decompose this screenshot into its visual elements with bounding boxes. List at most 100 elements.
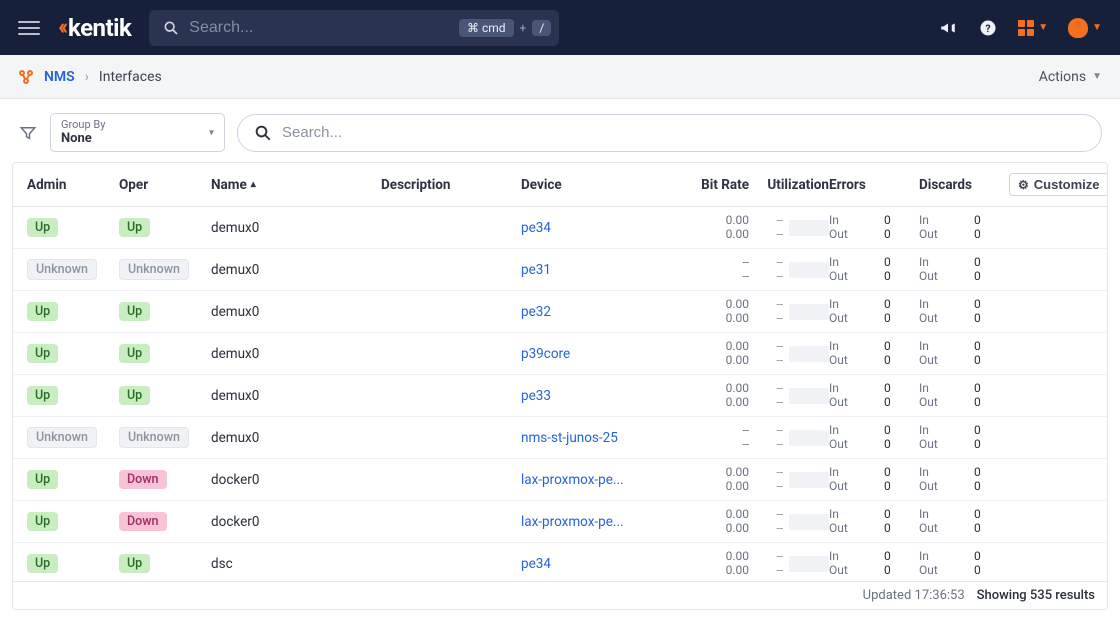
col-utilization[interactable]: Utilization <box>749 177 829 193</box>
device-link[interactable]: pe34 <box>521 556 659 572</box>
table-search[interactable] <box>237 114 1102 152</box>
search-icon <box>163 20 179 36</box>
interface-name: docker0 <box>211 514 381 530</box>
admin-badge: Up <box>27 470 58 489</box>
table-row[interactable]: UnknownUnknowndemux0nms-st-junos-25-----… <box>13 417 1107 459</box>
oper-badge: Down <box>119 470 167 489</box>
utilization-cell: ---- <box>749 298 829 324</box>
avatar-icon <box>1068 18 1088 38</box>
errors-cell: In0Out0 <box>829 214 919 242</box>
admin-badge: Up <box>27 554 58 573</box>
hamburger-menu-icon[interactable] <box>18 17 40 39</box>
utilization-bar-icon <box>789 220 829 236</box>
megaphone-icon[interactable] <box>938 18 958 38</box>
utilization-bar-icon <box>789 556 829 572</box>
apps-grid-icon <box>1018 20 1034 36</box>
admin-badge: Up <box>27 512 58 531</box>
interface-name: demux0 <box>211 346 381 362</box>
device-link[interactable]: pe32 <box>521 304 659 320</box>
errors-cell: In0Out0 <box>829 382 919 410</box>
discards-cell: In0Out0 <box>919 508 1009 536</box>
table-row[interactable]: UpUpdemux0pe330.000.00----In0Out0In0Out0 <box>13 375 1107 417</box>
col-errors[interactable]: Errors <box>829 177 919 193</box>
caret-down-icon: ▼ <box>1038 22 1048 33</box>
col-discards[interactable]: Discards <box>919 177 1009 193</box>
utilization-cell: ---- <box>749 256 829 282</box>
errors-cell: In0Out0 <box>829 466 919 494</box>
bitrate-cell: 0.000.00 <box>659 298 749 326</box>
admin-badge: Unknown <box>27 259 97 280</box>
table-row[interactable]: UnknownUnknowndemux0pe31--------In0Out0I… <box>13 249 1107 291</box>
utilization-bar-icon <box>789 472 829 488</box>
showing-text: Showing 535 results <box>977 588 1095 603</box>
errors-cell: In0Out0 <box>829 508 919 536</box>
table-footer: Updated 17:36:53 Showing 535 results <box>13 581 1107 609</box>
errors-cell: In0Out0 <box>829 424 919 452</box>
device-link[interactable]: pe33 <box>521 388 659 404</box>
errors-cell: In0Out0 <box>829 550 919 578</box>
global-search-input[interactable] <box>189 19 459 37</box>
user-menu[interactable]: ▼ <box>1068 18 1102 38</box>
actions-menu[interactable]: Actions ▼ <box>1039 69 1102 85</box>
table-body[interactable]: UpUpdemux0pe340.000.00----In0Out0In0Out0… <box>13 207 1107 581</box>
device-link[interactable]: lax-proxmox-pe... <box>521 514 659 530</box>
table-row[interactable]: UpDowndocker0lax-proxmox-pe...0.000.00--… <box>13 459 1107 501</box>
oper-badge: Unknown <box>119 259 189 280</box>
interface-name: demux0 <box>211 430 381 446</box>
table-row[interactable]: UpUpdemux0pe320.000.00----In0Out0In0Out0 <box>13 291 1107 333</box>
table-header: Admin Oper Name ▴ Description Device Bit… <box>13 163 1107 207</box>
admin-badge: Up <box>27 344 58 363</box>
help-icon[interactable]: ? <box>978 18 998 38</box>
errors-cell: In0Out0 <box>829 256 919 284</box>
interface-name: demux0 <box>211 262 381 278</box>
col-device[interactable]: Device <box>521 177 659 193</box>
oper-badge: Down <box>119 512 167 531</box>
brand-logo[interactable]: ‹‹ kentik <box>58 14 131 42</box>
oper-badge: Unknown <box>119 427 189 448</box>
global-search[interactable]: ⌘ cmd + / <box>149 10 559 46</box>
updated-text: Updated 17:36:53 <box>863 588 965 603</box>
bitrate-cell: ---- <box>659 256 749 284</box>
utilization-bar-icon <box>789 430 829 446</box>
device-link[interactable]: pe34 <box>521 220 659 236</box>
col-admin[interactable]: Admin <box>27 177 119 193</box>
device-link[interactable]: pe31 <box>521 262 659 278</box>
utilization-bar-icon <box>789 346 829 362</box>
device-link[interactable]: p39core <box>521 346 659 362</box>
filter-icon[interactable] <box>18 123 38 143</box>
table-search-input[interactable] <box>282 124 1085 141</box>
utilization-bar-icon <box>789 304 829 320</box>
col-name[interactable]: Name ▴ <box>211 177 381 193</box>
interface-name: dsc <box>211 556 381 572</box>
groupby-select[interactable]: Group By None ▾ <box>50 113 225 152</box>
breadcrumb-root[interactable]: NMS <box>44 69 75 85</box>
table-row[interactable]: UpUpdemux0pe340.000.00----In0Out0In0Out0 <box>13 207 1107 249</box>
oper-badge: Up <box>119 386 150 405</box>
table-row[interactable]: UpDowndocker0lax-proxmox-pe...0.000.00--… <box>13 501 1107 543</box>
device-link[interactable]: nms-st-junos-25 <box>521 430 659 446</box>
top-nav: ‹‹ kentik ⌘ cmd + / ? ▼ ▼ <box>0 0 1120 55</box>
device-link[interactable]: lax-proxmox-pe... <box>521 472 659 488</box>
apps-menu[interactable]: ▼ <box>1018 20 1048 36</box>
col-bitrate[interactable]: Bit Rate <box>659 177 749 193</box>
table-row[interactable]: UpUpdemux0p39core0.000.00----In0Out0In0O… <box>13 333 1107 375</box>
bitrate-cell: ---- <box>659 424 749 452</box>
discards-cell: In0Out0 <box>919 466 1009 494</box>
table-row[interactable]: UpUpdscpe340.000.00----In0Out0In0Out0 <box>13 543 1107 581</box>
caret-down-icon: ▼ <box>1092 71 1102 82</box>
kbd-cmd: ⌘ cmd <box>459 19 514 37</box>
nav-right: ? ▼ ▼ <box>938 18 1102 38</box>
svg-text:?: ? <box>986 21 991 34</box>
kbd-hint: ⌘ cmd + / <box>459 19 551 37</box>
admin-badge: Up <box>27 386 58 405</box>
gear-icon: ⚙ <box>1018 178 1029 192</box>
col-oper[interactable]: Oper <box>119 177 211 193</box>
actions-label: Actions <box>1039 69 1086 85</box>
utilization-cell: ---- <box>749 466 829 492</box>
breadcrumb-current: Interfaces <box>99 69 162 85</box>
errors-cell: In0Out0 <box>829 298 919 326</box>
customize-button[interactable]: ⚙ Customize <box>1009 173 1108 196</box>
col-description[interactable]: Description <box>381 177 521 193</box>
utilization-bar-icon <box>789 514 829 530</box>
bitrate-cell: 0.000.00 <box>659 466 749 494</box>
